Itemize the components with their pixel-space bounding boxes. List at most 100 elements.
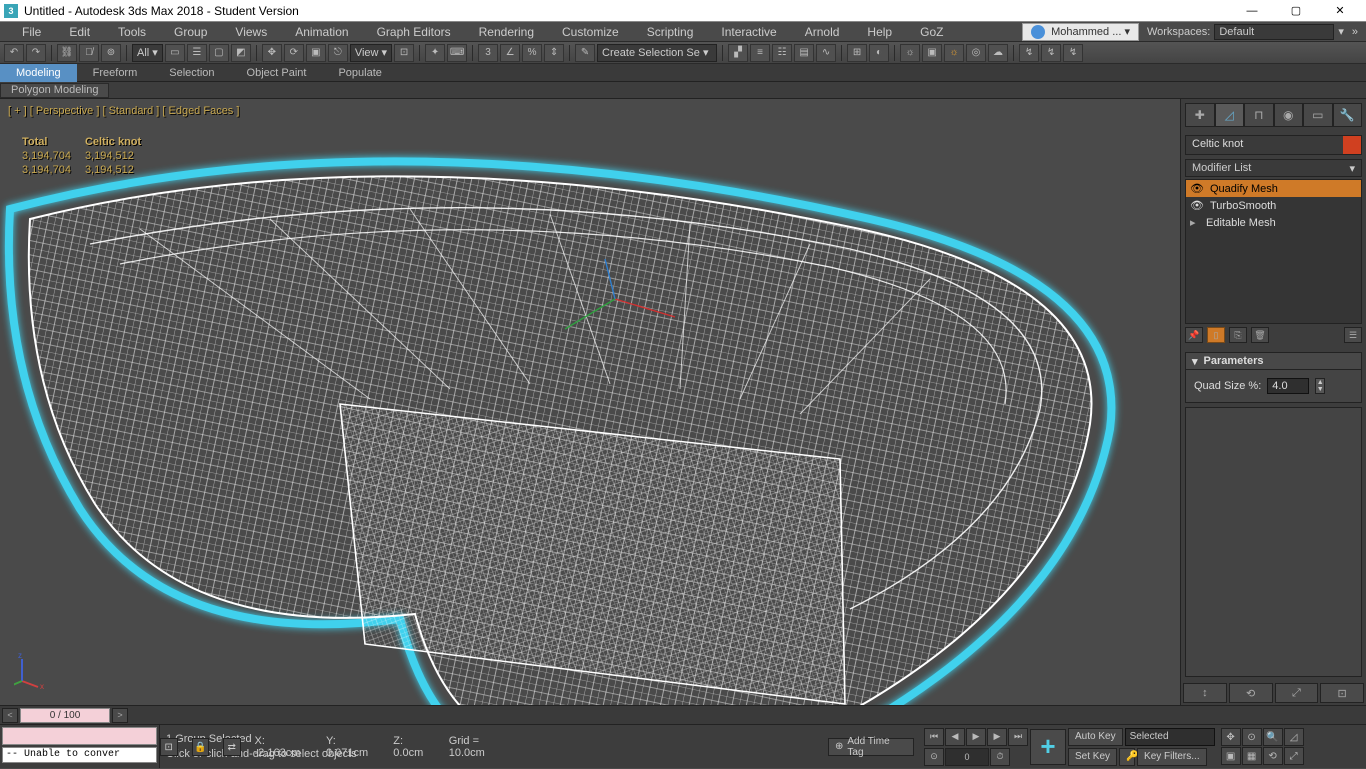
- menu-scripting[interactable]: Scripting: [633, 22, 708, 42]
- panel-tab-display[interactable]: ▭: [1303, 103, 1333, 127]
- key-filter-selected[interactable]: [1125, 728, 1215, 746]
- viewport-label[interactable]: [ + ] [ Perspective ] [ Standard ] [ Edg…: [8, 105, 239, 117]
- goto-start-button[interactable]: ⏮: [924, 728, 944, 746]
- layers-button[interactable]: ☷: [772, 44, 792, 62]
- stack-item-editablemesh[interactable]: ▸Editable Mesh: [1186, 214, 1361, 231]
- rollout-parameters-header[interactable]: ▾Parameters: [1185, 352, 1362, 370]
- placement-button[interactable]: ⎋: [328, 44, 348, 62]
- edit-selset-button[interactable]: ✎: [575, 44, 595, 62]
- window-cross-button[interactable]: ◩: [231, 44, 251, 62]
- menu-goz[interactable]: GoZ: [906, 22, 957, 42]
- viewport[interactable]: [ + ] [ Perspective ] [ Standard ] [ Edg…: [0, 99, 1180, 705]
- render-button[interactable]: ☼: [944, 44, 964, 62]
- prev-frame-button[interactable]: ◀: [945, 728, 965, 746]
- tab-freeform[interactable]: Freeform: [77, 64, 154, 82]
- menu-customize[interactable]: Customize: [548, 22, 633, 42]
- setkey-button[interactable]: Set Key: [1068, 748, 1117, 766]
- render-frame-button[interactable]: ▣: [922, 44, 942, 62]
- select-button[interactable]: ▭: [165, 44, 185, 62]
- cloud-render-button[interactable]: ☁: [988, 44, 1008, 62]
- menu-arnold[interactable]: Arnold: [791, 22, 854, 42]
- timeline-right-arrow[interactable]: >: [112, 708, 128, 723]
- zoom-ext-button[interactable]: ▣: [1221, 747, 1241, 765]
- abs-rel-button[interactable]: ⇄: [223, 738, 241, 756]
- pan-button[interactable]: ✥: [1221, 728, 1241, 746]
- zoom-all-button[interactable]: ▦: [1242, 747, 1262, 765]
- maxscript-mini-listener-pink[interactable]: [2, 727, 157, 745]
- add-time-tag-button[interactable]: ⊕ Add Time Tag: [828, 738, 914, 756]
- spinner-buttons[interactable]: ▲▼: [1315, 378, 1325, 394]
- menu-views[interactable]: Views: [221, 22, 281, 42]
- workspaces-chevron-icon[interactable]: »: [1352, 26, 1358, 38]
- menu-rendering[interactable]: Rendering: [465, 22, 548, 42]
- panel-nav-3[interactable]: ⤢: [1275, 683, 1319, 703]
- remove-mod-button[interactable]: 🗑: [1251, 327, 1269, 343]
- move-button[interactable]: ✥: [262, 44, 282, 62]
- keyfilters-button[interactable]: Key Filters...: [1137, 748, 1207, 766]
- fov-button[interactable]: ◿: [1284, 728, 1304, 746]
- menu-file[interactable]: File: [8, 22, 55, 42]
- tab-object-paint[interactable]: Object Paint: [231, 64, 323, 82]
- configure-sets-button[interactable]: ☰: [1344, 327, 1362, 343]
- menu-group[interactable]: Group: [160, 22, 221, 42]
- orbit-button[interactable]: ⟲: [1263, 747, 1283, 765]
- selection-filter-dropdown[interactable]: All ▾: [132, 44, 163, 62]
- time-slider[interactable]: < 0 / 100 >: [0, 705, 1366, 724]
- stack-item-quadify[interactable]: 👁Quadify Mesh: [1186, 180, 1361, 197]
- close-button[interactable]: ✕: [1318, 0, 1362, 22]
- maxscript-mini-listener[interactable]: -- Unable to conver: [2, 747, 157, 763]
- align-button[interactable]: ≡: [750, 44, 770, 62]
- use-center-button[interactable]: ⊡: [394, 44, 414, 62]
- stack-item-turbosmooth[interactable]: 👁TurboSmooth: [1186, 197, 1361, 214]
- goz-button[interactable]: ↯: [1019, 44, 1039, 62]
- select-name-button[interactable]: ☰: [187, 44, 207, 62]
- time-config-button[interactable]: ⏱: [990, 748, 1010, 766]
- walk-button[interactable]: ⊙: [1242, 728, 1262, 746]
- schematic-button[interactable]: ⊞: [847, 44, 867, 62]
- panel-nav-1[interactable]: ↕: [1183, 683, 1227, 703]
- modifier-list-dropdown[interactable]: Modifier List▾: [1185, 159, 1362, 177]
- eye-icon[interactable]: 👁: [1190, 199, 1204, 212]
- ref-coord-dropdown[interactable]: View ▾: [350, 44, 392, 62]
- angle-snap-button[interactable]: ∠: [500, 44, 520, 62]
- toggle-ribbon-button[interactable]: ▤: [794, 44, 814, 62]
- current-frame-field[interactable]: 0: [945, 748, 989, 766]
- rotate-button[interactable]: ⟳: [284, 44, 304, 62]
- panel-tab-utilities[interactable]: 🔧: [1333, 103, 1363, 127]
- link-button[interactable]: ⛓: [57, 44, 77, 62]
- expand-icon[interactable]: ▸: [1190, 216, 1200, 229]
- scale-button[interactable]: ▣: [306, 44, 326, 62]
- tab-selection[interactable]: Selection: [153, 64, 230, 82]
- tab-modeling[interactable]: Modeling: [0, 64, 77, 82]
- menu-help[interactable]: Help: [853, 22, 906, 42]
- maximize-button[interactable]: ▢: [1274, 0, 1318, 22]
- manip-button[interactable]: ✦: [425, 44, 445, 62]
- tab-populate[interactable]: Populate: [322, 64, 397, 82]
- panel-nav-2[interactable]: ⟲: [1229, 683, 1273, 703]
- lock-button[interactable]: 🔒: [192, 738, 210, 756]
- menu-animation[interactable]: Animation: [281, 22, 362, 42]
- key-icon[interactable]: 🔑: [1119, 748, 1135, 766]
- set-key-button-large[interactable]: +: [1030, 729, 1066, 765]
- snap-toggle-button[interactable]: 3: [478, 44, 498, 62]
- spinner-snap-button[interactable]: ⇕: [544, 44, 564, 62]
- eye-icon[interactable]: 👁: [1190, 182, 1204, 195]
- percent-snap-button[interactable]: %: [522, 44, 542, 62]
- panel-tab-modify[interactable]: ◿: [1215, 103, 1245, 127]
- minimize-button[interactable]: —: [1230, 0, 1274, 22]
- keyboard-button[interactable]: ⌨: [447, 44, 467, 62]
- render-setup-button[interactable]: ☼: [900, 44, 920, 62]
- undo-button[interactable]: ↶: [4, 44, 24, 62]
- play-button[interactable]: ▶: [966, 728, 986, 746]
- bind-button[interactable]: ⊚: [101, 44, 121, 62]
- isolate-button[interactable]: ⊡: [160, 738, 178, 756]
- zoom-button[interactable]: 🔍: [1263, 728, 1283, 746]
- panel-tab-motion[interactable]: ◉: [1274, 103, 1304, 127]
- object-color-swatch[interactable]: [1343, 136, 1361, 154]
- panel-tab-hierarchy[interactable]: ⊓: [1244, 103, 1274, 127]
- redo-button[interactable]: ↷: [26, 44, 46, 62]
- select-region-button[interactable]: ▢: [209, 44, 229, 62]
- curve-editor-button[interactable]: ∿: [816, 44, 836, 62]
- time-slider-handle[interactable]: 0 / 100: [20, 708, 110, 723]
- panel-nav-4[interactable]: ⊡: [1320, 683, 1364, 703]
